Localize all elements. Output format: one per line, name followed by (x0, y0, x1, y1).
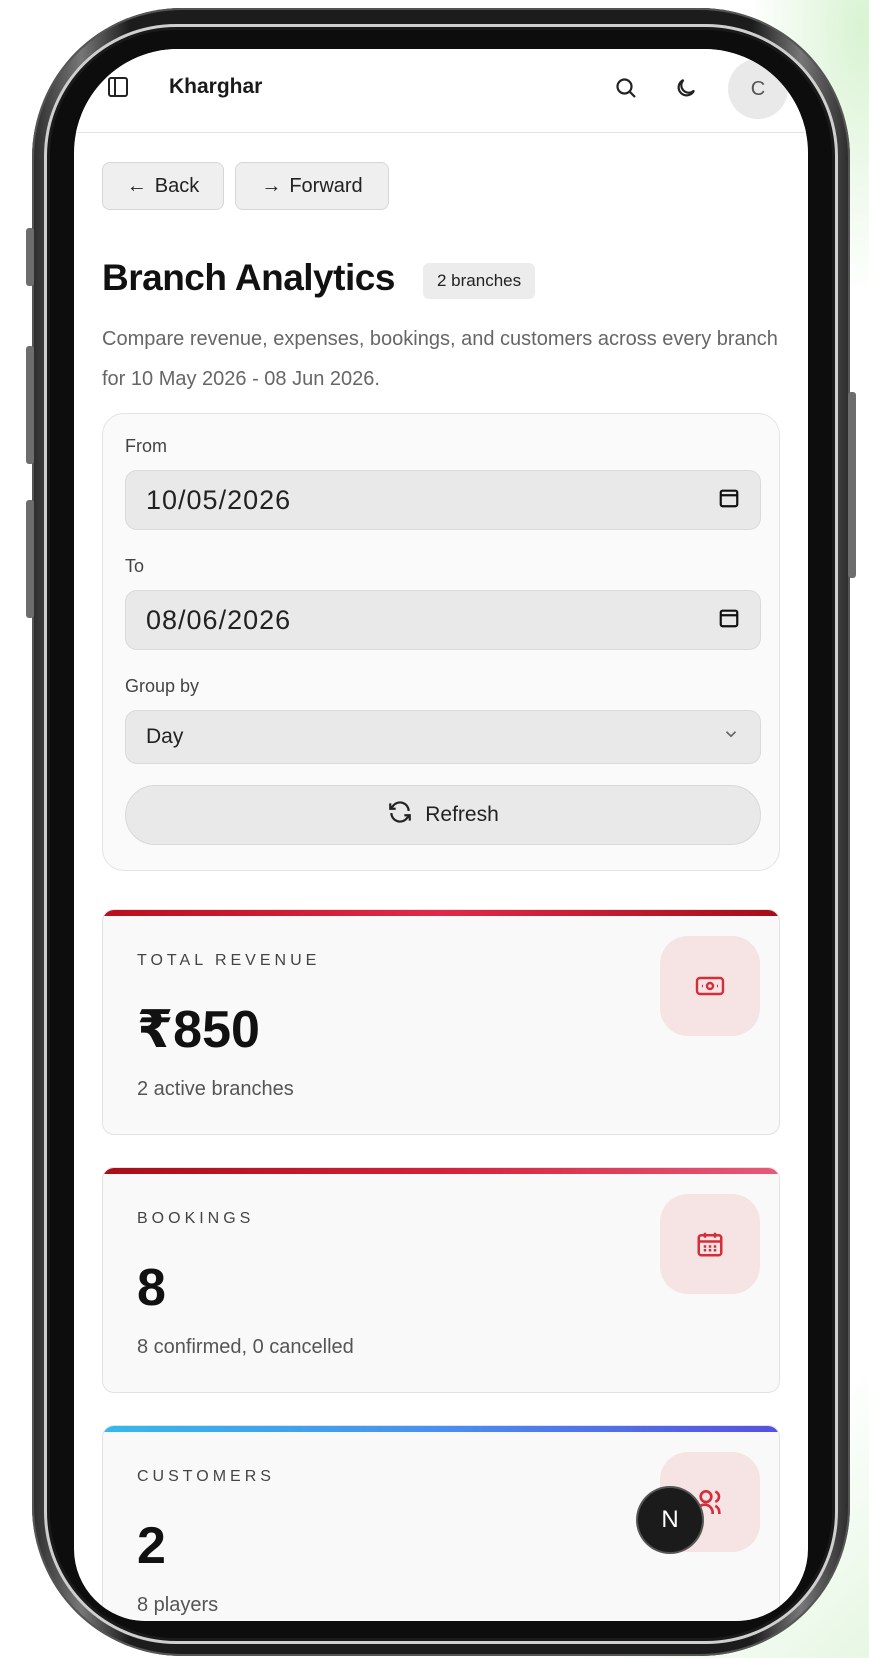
card-accent-bar (103, 910, 779, 916)
sidebar-toggle-icon[interactable] (102, 71, 134, 103)
stat-subtext: 8 players (137, 1594, 219, 1616)
back-button[interactable]: ← Back (102, 162, 224, 210)
group-by-select[interactable]: Day (125, 710, 761, 764)
to-label: To (125, 556, 145, 576)
refresh-button[interactable]: Refresh (125, 785, 761, 845)
calendar-icon[interactable] (718, 485, 740, 516)
arrow-right-icon: → (261, 174, 282, 197)
phone-screen: Kharghar C ← Back → Forward Branch Analy… (74, 49, 808, 1621)
from-date-input[interactable]: 10/05/2026 (125, 470, 761, 530)
total-revenue-card: TOTAL REVENUE ₹850 2 active branches (102, 909, 780, 1135)
forward-button-label: Forward (289, 174, 363, 197)
search-icon[interactable] (609, 71, 643, 105)
stat-label: TOTAL REVENUE (137, 952, 321, 969)
stat-subtext: 2 active branches (137, 1078, 294, 1100)
bookings-card: BOOKINGS 8 8 confirmed, 0 cancelled (102, 1167, 780, 1393)
refresh-icon (387, 799, 413, 831)
stat-subtext: 8 confirmed, 0 cancelled (137, 1336, 354, 1358)
branch-count-badge: 2 branches (423, 263, 536, 299)
phone-side-button (26, 346, 34, 464)
calendar-icon (660, 1194, 760, 1294)
moon-icon[interactable] (669, 71, 703, 105)
from-label: From (125, 436, 167, 456)
page-title: Branch Analytics (102, 257, 395, 298)
phone-side-button (26, 228, 34, 286)
group-by-label: Group by (125, 676, 200, 696)
to-date-value: 08/06/2026 (146, 604, 292, 635)
from-date-value: 10/05/2026 (146, 484, 292, 515)
nextjs-dev-badge[interactable]: N (638, 1488, 702, 1552)
banknote-icon (660, 936, 760, 1036)
group-by-value: Day (146, 725, 184, 748)
card-accent-bar (103, 1168, 779, 1174)
arrow-left-icon: ← (126, 174, 147, 197)
filter-card: From 10/05/2026 To 08/06/2026 Group by D… (102, 413, 780, 871)
phone-side-button (848, 392, 856, 578)
back-button-label: Back (154, 174, 200, 197)
app-header: Kharghar C (74, 49, 808, 133)
refresh-button-label: Refresh (425, 803, 499, 826)
page-description: Compare revenue, expenses, bookings, and… (102, 328, 778, 390)
forward-button[interactable]: → Forward (235, 162, 389, 210)
branch-name[interactable]: Kharghar (169, 75, 262, 99)
calendar-icon[interactable] (718, 605, 740, 636)
chevron-down-icon (722, 725, 740, 749)
phone-side-button (26, 500, 34, 618)
stat-value: 8 (137, 1259, 166, 1317)
stat-value: 2 (137, 1517, 166, 1575)
stat-label: CUSTOMERS (137, 1468, 275, 1485)
stat-label: BOOKINGS (137, 1210, 255, 1227)
card-accent-bar (103, 1426, 779, 1432)
user-avatar[interactable]: C (728, 59, 788, 119)
stat-value: ₹850 (137, 1001, 260, 1059)
to-date-input[interactable]: 08/06/2026 (125, 590, 761, 650)
